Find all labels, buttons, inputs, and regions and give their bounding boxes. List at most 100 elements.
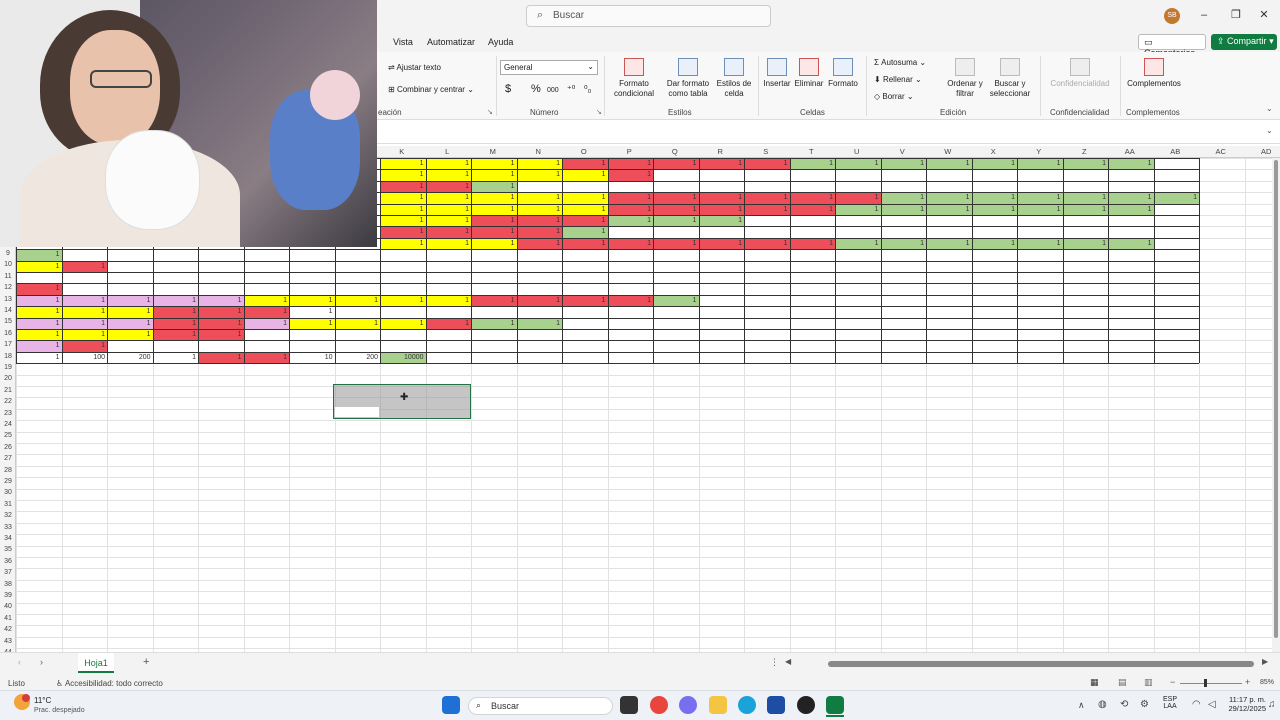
accessibility-status[interactable]: ♿ Accesibilidad: todo correcto <box>56 679 163 688</box>
cell[interactable]: 1 <box>516 169 562 181</box>
cell[interactable]: 1 <box>835 237 881 250</box>
cell[interactable]: 1 <box>744 237 790 250</box>
number-format-select[interactable]: General ⌄ <box>500 60 598 75</box>
cell[interactable]: 1 <box>289 294 335 307</box>
cell[interactable]: 1 <box>971 203 1017 215</box>
row-header[interactable]: 26 <box>0 442 16 453</box>
cell[interactable]: 1 <box>61 294 107 307</box>
cell[interactable]: 10000 <box>380 351 426 364</box>
column-header[interactable]: AC <box>1198 146 1244 158</box>
cell[interactable]: 1 <box>380 192 426 204</box>
cell[interactable]: 1 <box>471 203 517 215</box>
row-header[interactable]: 18 <box>0 351 16 362</box>
cell[interactable]: 1 <box>152 306 198 318</box>
cell[interactable]: 1 <box>926 192 972 204</box>
tray-chevron-icon[interactable]: ∧ <box>1078 700 1085 711</box>
cell[interactable]: 1 <box>653 237 699 250</box>
chevron-down-icon[interactable]: ⌄ <box>1266 126 1273 135</box>
cell[interactable]: 1 <box>835 192 881 204</box>
cell[interactable]: 1 <box>471 180 517 193</box>
cell[interactable]: 1 <box>1108 158 1154 170</box>
cell[interactable]: 1 <box>61 317 107 329</box>
cell[interactable]: 1 <box>425 203 471 215</box>
store-icon[interactable] <box>767 696 785 714</box>
sort-filter-button[interactable]: Ordenar y filtrar <box>944 58 986 99</box>
cell[interactable]: 1 <box>926 237 972 250</box>
cell[interactable]: 1 <box>607 158 653 170</box>
cell[interactable]: 1 <box>562 226 608 238</box>
cell[interactable]: 1 <box>516 237 562 250</box>
zoom-slider[interactable] <box>1180 683 1242 684</box>
cell[interactable]: 1 <box>153 352 199 363</box>
cell[interactable]: 1 <box>380 203 426 215</box>
vertical-scroll-thumb[interactable] <box>1274 160 1278 638</box>
cell[interactable]: 1 <box>562 158 608 170</box>
cell[interactable]: 1 <box>880 192 926 204</box>
cell[interactable]: 1 <box>698 215 744 227</box>
scroll-left-icon[interactable]: ◀ <box>785 657 791 666</box>
file-explorer-icon[interactable] <box>709 696 727 714</box>
prev-sheet-icon[interactable]: ‹ <box>18 657 21 667</box>
cell[interactable]: 1 <box>698 203 744 215</box>
tray-gear-icon[interactable]: ⚙ <box>1140 699 1149 710</box>
tab-automatizar[interactable]: Automatizar <box>427 37 475 47</box>
cell[interactable]: 1 <box>471 317 517 329</box>
cell[interactable]: 1 <box>16 352 62 363</box>
row-header[interactable]: 19 <box>0 362 16 373</box>
clear-button[interactable]: ◇ Borrar ⌄ <box>874 92 914 102</box>
column-header[interactable]: Z <box>1062 146 1108 158</box>
cell[interactable]: 1 <box>1062 192 1108 204</box>
cell[interactable]: 1 <box>926 158 972 170</box>
sensitivity-button[interactable]: Confidencialidad <box>1046 58 1114 89</box>
cell[interactable]: 1 <box>607 169 653 181</box>
row-header[interactable]: 43 <box>0 636 16 647</box>
cell[interactable]: 1 <box>61 329 107 341</box>
cell[interactable]: 1 <box>835 203 881 215</box>
row-header[interactable]: 29 <box>0 476 16 487</box>
page-layout-icon[interactable]: ▤ <box>1118 677 1127 688</box>
column-header[interactable]: M <box>470 146 516 158</box>
thousands-button[interactable]: 000 <box>547 86 559 96</box>
row-header[interactable]: 33 <box>0 522 16 533</box>
cell[interactable]: 1 <box>607 294 653 307</box>
cell[interactable]: 1 <box>653 192 699 204</box>
column-header[interactable]: P <box>607 146 653 158</box>
column-header[interactable]: AD <box>1244 146 1280 158</box>
cell[interactable]: 1 <box>198 294 244 307</box>
row-header[interactable]: 41 <box>0 613 16 624</box>
cell[interactable]: 1 <box>744 192 790 204</box>
cell[interactable]: 1 <box>1062 158 1108 170</box>
cell[interactable]: 1 <box>198 351 244 364</box>
column-header[interactable]: V <box>880 146 926 158</box>
cell[interactable]: 1 <box>880 203 926 215</box>
zoom-in-icon[interactable]: + <box>1245 677 1250 687</box>
cell[interactable]: 1 <box>653 158 699 170</box>
row-header[interactable]: 24 <box>0 419 16 430</box>
cell[interactable]: 1 <box>653 203 699 215</box>
cell[interactable]: 1 <box>1108 203 1154 215</box>
cell[interactable]: 1 <box>16 317 62 329</box>
row-header[interactable]: 35 <box>0 544 16 555</box>
chevron-down-icon[interactable]: ⌄ <box>1266 104 1273 113</box>
row-header[interactable]: 13 <box>0 294 16 305</box>
cell[interactable]: 1 <box>380 237 426 250</box>
cell[interactable]: 1 <box>289 317 335 329</box>
cell[interactable]: 1 <box>971 158 1017 170</box>
row-header[interactable]: 34 <box>0 533 16 544</box>
clock[interactable]: 11:17 p. m. 29/12/2025 <box>1226 695 1266 713</box>
autosum-button[interactable]: Σ Autosuma ⌄ <box>874 58 926 68</box>
more-options-icon[interactable]: ⋮ <box>770 657 779 668</box>
cell[interactable]: 1 <box>1017 192 1063 204</box>
chatgpt-icon[interactable] <box>797 696 815 714</box>
wrap-text-button[interactable]: ⇌ Ajustar texto <box>388 63 441 73</box>
cell[interactable]: 1 <box>107 306 153 318</box>
cell[interactable]: 1 <box>16 340 62 352</box>
cell[interactable]: 1 <box>380 158 426 170</box>
row-header[interactable]: 10 <box>0 259 16 270</box>
cell[interactable]: 1 <box>152 294 198 307</box>
cell[interactable]: 1 <box>516 317 562 329</box>
cell[interactable]: 1 <box>562 169 608 181</box>
merge-center-button[interactable]: ⊞ Combinar y centrar ⌄ <box>388 85 474 95</box>
find-select-button[interactable]: Buscar y seleccionar <box>986 58 1034 99</box>
add-sheet-icon[interactable]: + <box>143 656 149 668</box>
